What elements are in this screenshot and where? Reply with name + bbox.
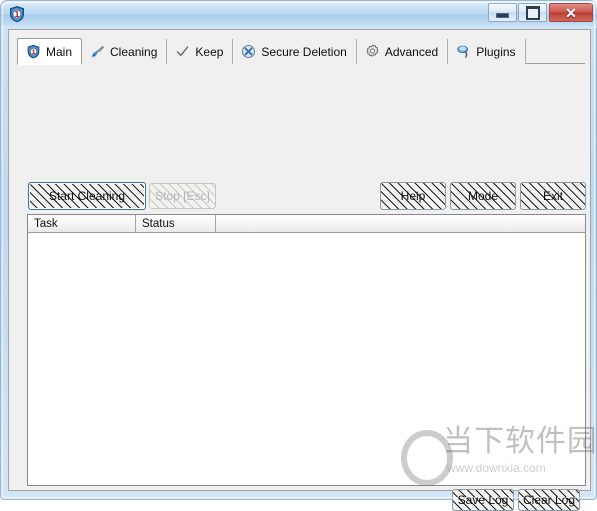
wrench-circle-icon [241,44,256,59]
save-log-label: Save Log [457,493,509,507]
task-list-view[interactable]: Task Status [27,214,586,486]
stop-button: Stop [Esc] [149,183,216,209]
minimize-icon [489,4,516,21]
mode-label: Mode [467,189,499,203]
close-icon: ✕ [550,4,592,21]
tab-label: Plugins [476,44,516,59]
window-title [361,5,471,23]
tab-main[interactable]: 1 Main [17,38,83,65]
mode-button[interactable]: Mode [450,182,516,210]
task-list-header: Task Status [28,215,585,233]
maximize-icon [519,4,546,21]
tab-label: Secure Deletion [261,44,347,59]
column-header-status[interactable]: Status [136,215,216,232]
save-log-button[interactable]: Save Log [452,489,514,511]
client-area: 1 Main Cleaning Keep Secure Deletion Adv… [8,29,591,511]
svg-text:1: 1 [31,49,35,56]
svg-text:1: 1 [14,10,19,19]
tab-label: Main [46,44,73,59]
tab-advanced[interactable]: Advanced [356,39,449,64]
plug-icon [456,44,471,59]
application-window: 1 ✕ 1 Main Cleaning Keep Secure Deletion… [0,0,597,511]
column-header-task[interactable]: Task [28,215,136,232]
minimize-button[interactable] [488,3,517,22]
tab-keep[interactable]: Keep [167,39,234,64]
tab-cleaning[interactable]: Cleaning [82,39,168,64]
app-shield-icon: 1 [8,5,26,23]
column-header-filler [216,215,585,232]
title-bar[interactable]: 1 ✕ [1,1,597,28]
tab-label: Advanced [384,44,439,59]
tab-plugins[interactable]: Plugins [448,39,526,64]
tab-secure-deletion[interactable]: Secure Deletion [233,39,357,64]
task-list-body [28,233,585,485]
start-cleaning-label: Start Cleaning [48,189,126,203]
gear-icon [365,44,380,59]
column-header-status-label: Status [142,217,175,230]
tab-list: 1 Main Cleaning Keep Secure Deletion Adv… [17,38,526,65]
start-cleaning-button[interactable]: Start Cleaning [28,182,146,210]
clear-log-label: Clear Log [522,493,576,507]
tab-label: Keep [195,44,224,59]
maximize-button[interactable] [518,3,547,22]
help-label: Help [400,189,426,203]
clear-log-button[interactable]: Clear Log [518,489,580,511]
broom-icon [90,44,105,59]
exit-button[interactable]: Exit [520,182,586,210]
tab-control: 1 Main Cleaning Keep Secure Deletion Adv… [17,38,585,98]
close-glyph: ✕ [565,4,577,21]
column-header-task-label: Task [34,217,58,230]
shield-one-icon: 1 [26,44,41,59]
tab-label: Cleaning [110,44,158,59]
checkmark-icon [175,44,190,59]
exit-label: Exit [542,189,563,203]
tab-page-main [17,64,585,98]
help-button[interactable]: Help [380,182,446,210]
stop-label: Stop [Esc] [155,189,210,203]
close-button[interactable]: ✕ [549,3,593,22]
